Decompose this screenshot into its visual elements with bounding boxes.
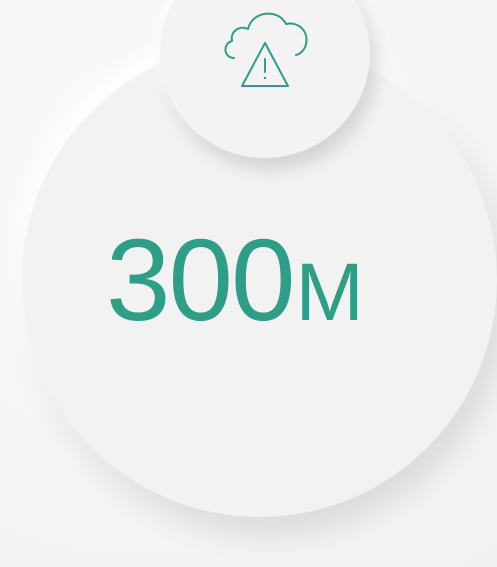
cloud-warning-icon	[220, 6, 310, 92]
metric-number: 300	[106, 215, 296, 345]
stat-card: 300M	[0, 0, 497, 567]
metric-unit: M	[295, 247, 364, 338]
metric-value: 300M	[106, 222, 446, 352]
